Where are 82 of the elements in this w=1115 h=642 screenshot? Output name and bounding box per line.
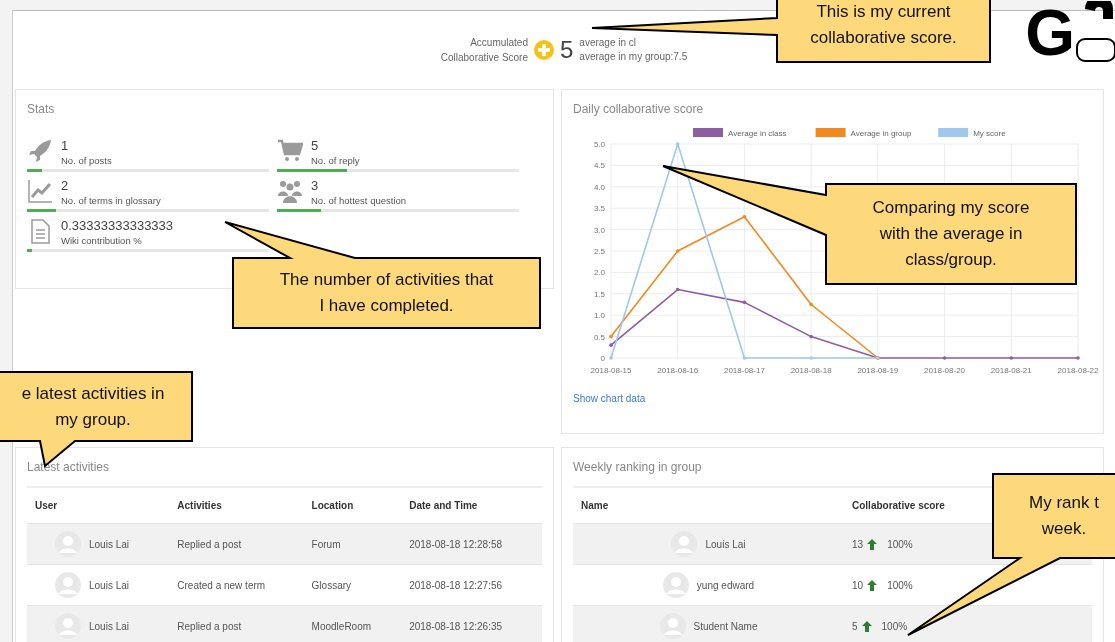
user-name: Student Name (693, 620, 758, 632)
user-name: yung edward (696, 579, 755, 591)
rocket-icon (27, 138, 53, 164)
logo: G (1025, 1, 1075, 65)
location-cell: Glossary (311, 579, 352, 591)
score-cell: 5 (852, 620, 858, 632)
activity-cell: Replied a post (177, 620, 242, 632)
card-title: Latest activities (27, 460, 111, 474)
location-cell: Forum (311, 538, 341, 550)
user-name: Louis Lai (89, 620, 130, 632)
x-tick-label: 2018-08-19 (857, 366, 899, 375)
column-header: Name (581, 500, 609, 511)
stat-label: Wiki contribution % (61, 235, 143, 246)
up-arrow-icon (861, 620, 872, 632)
datetime-cell: 2018-08-18 12:26:35 (409, 620, 503, 632)
stat-value: 0.33333333333333 (61, 218, 174, 233)
show-chart-data-link[interactable]: Show chart data (573, 393, 646, 404)
group-average: average in my group:7.5 (579, 50, 688, 64)
x-tick-label: 2018-08-18 (790, 366, 832, 375)
percent-cell: 100% (887, 579, 913, 591)
up-arrow-icon (867, 538, 878, 550)
column-header: Activities (169, 487, 304, 524)
score-cell: 13 (852, 538, 864, 550)
cart-icon (277, 138, 303, 164)
group-icon (277, 178, 303, 204)
line-chart-icon (27, 178, 53, 204)
y-tick-label: 0 (600, 354, 605, 363)
stat-label: No. of posts (61, 155, 112, 166)
stat-label: No. of reply (311, 155, 360, 166)
y-tick-label: 1.5 (593, 289, 605, 299)
x-tick-label: 2018-08-22 (1057, 366, 1098, 375)
y-tick-label: 1.0 (593, 311, 605, 321)
activity-cell: Replied a post (177, 538, 242, 550)
class-average: average in cl (579, 36, 638, 50)
x-tick-label: 2018-08-17 (723, 366, 765, 375)
legend-label: Average in class (728, 129, 787, 138)
datetime-cell: 2018-08-18 12:28:58 (409, 538, 503, 550)
location-cell: MoodleRoom (311, 620, 372, 632)
card-title: Daily collaborative score (573, 102, 705, 116)
callout-text: The number of activities that I have completed. (279, 269, 494, 317)
up-arrow-icon (867, 579, 878, 591)
user-name: Louis Lai (705, 538, 746, 550)
column-header: Location (303, 487, 402, 524)
plus-icon (534, 40, 554, 60)
column-header: User (27, 487, 170, 524)
stat-value: 1 (61, 138, 70, 153)
legend-label: My score (973, 129, 1006, 138)
y-tick-label: 5.0 (593, 140, 605, 149)
score-label: Accumulated Collaborative Score (439, 36, 528, 65)
stat-value: 5 (311, 138, 320, 153)
card-title: Stats (27, 102, 56, 116)
y-tick-label: 2.5 (593, 247, 605, 256)
percent-cell: 100% (887, 538, 913, 550)
y-tick-label: 0.5 (593, 332, 605, 342)
stat-label: No. of terms in glossary (61, 195, 161, 206)
user-name: Louis Lai (89, 538, 130, 550)
x-tick-label: 2018-08-20 (924, 366, 966, 375)
stat-value: 2 (61, 178, 70, 193)
callout-text: This is my current collaborative score. (810, 1, 957, 49)
x-tick-label: 2018-08-16 (657, 366, 699, 375)
activity-cell: Created a new term (177, 579, 266, 591)
stat-value: 3 (311, 178, 320, 193)
y-tick-label: 3.0 (593, 225, 605, 235)
y-tick-label: 4.0 (593, 182, 605, 192)
percent-cell: 100% (881, 620, 908, 632)
datetime-cell: 2018-08-18 12:27:56 (409, 579, 503, 591)
x-tick-label: 2018-08-15 (590, 366, 632, 375)
column-header: Collaborative score (852, 500, 945, 511)
callout-text: e latest activities in my group. (21, 382, 165, 431)
y-tick-label: 3.5 (593, 204, 605, 214)
callout-text: Comparing my score with the average in class/group. (872, 197, 1030, 271)
score-cell: 10 (852, 579, 864, 591)
stat-label: No. of hottest question (311, 195, 407, 206)
x-tick-label: 2018-08-21 (990, 366, 1032, 375)
legend-label: Average in group (850, 129, 912, 138)
y-tick-label: 2.0 (593, 268, 605, 278)
user-name: Louis Lai (89, 579, 130, 591)
score-value: 5 (560, 36, 574, 64)
y-tick-label: 4.5 (593, 161, 605, 171)
column-header: Date and Time (401, 487, 542, 524)
callout-text: My rank t week. (1029, 492, 1099, 540)
card-title: Weekly ranking in group (573, 460, 703, 474)
